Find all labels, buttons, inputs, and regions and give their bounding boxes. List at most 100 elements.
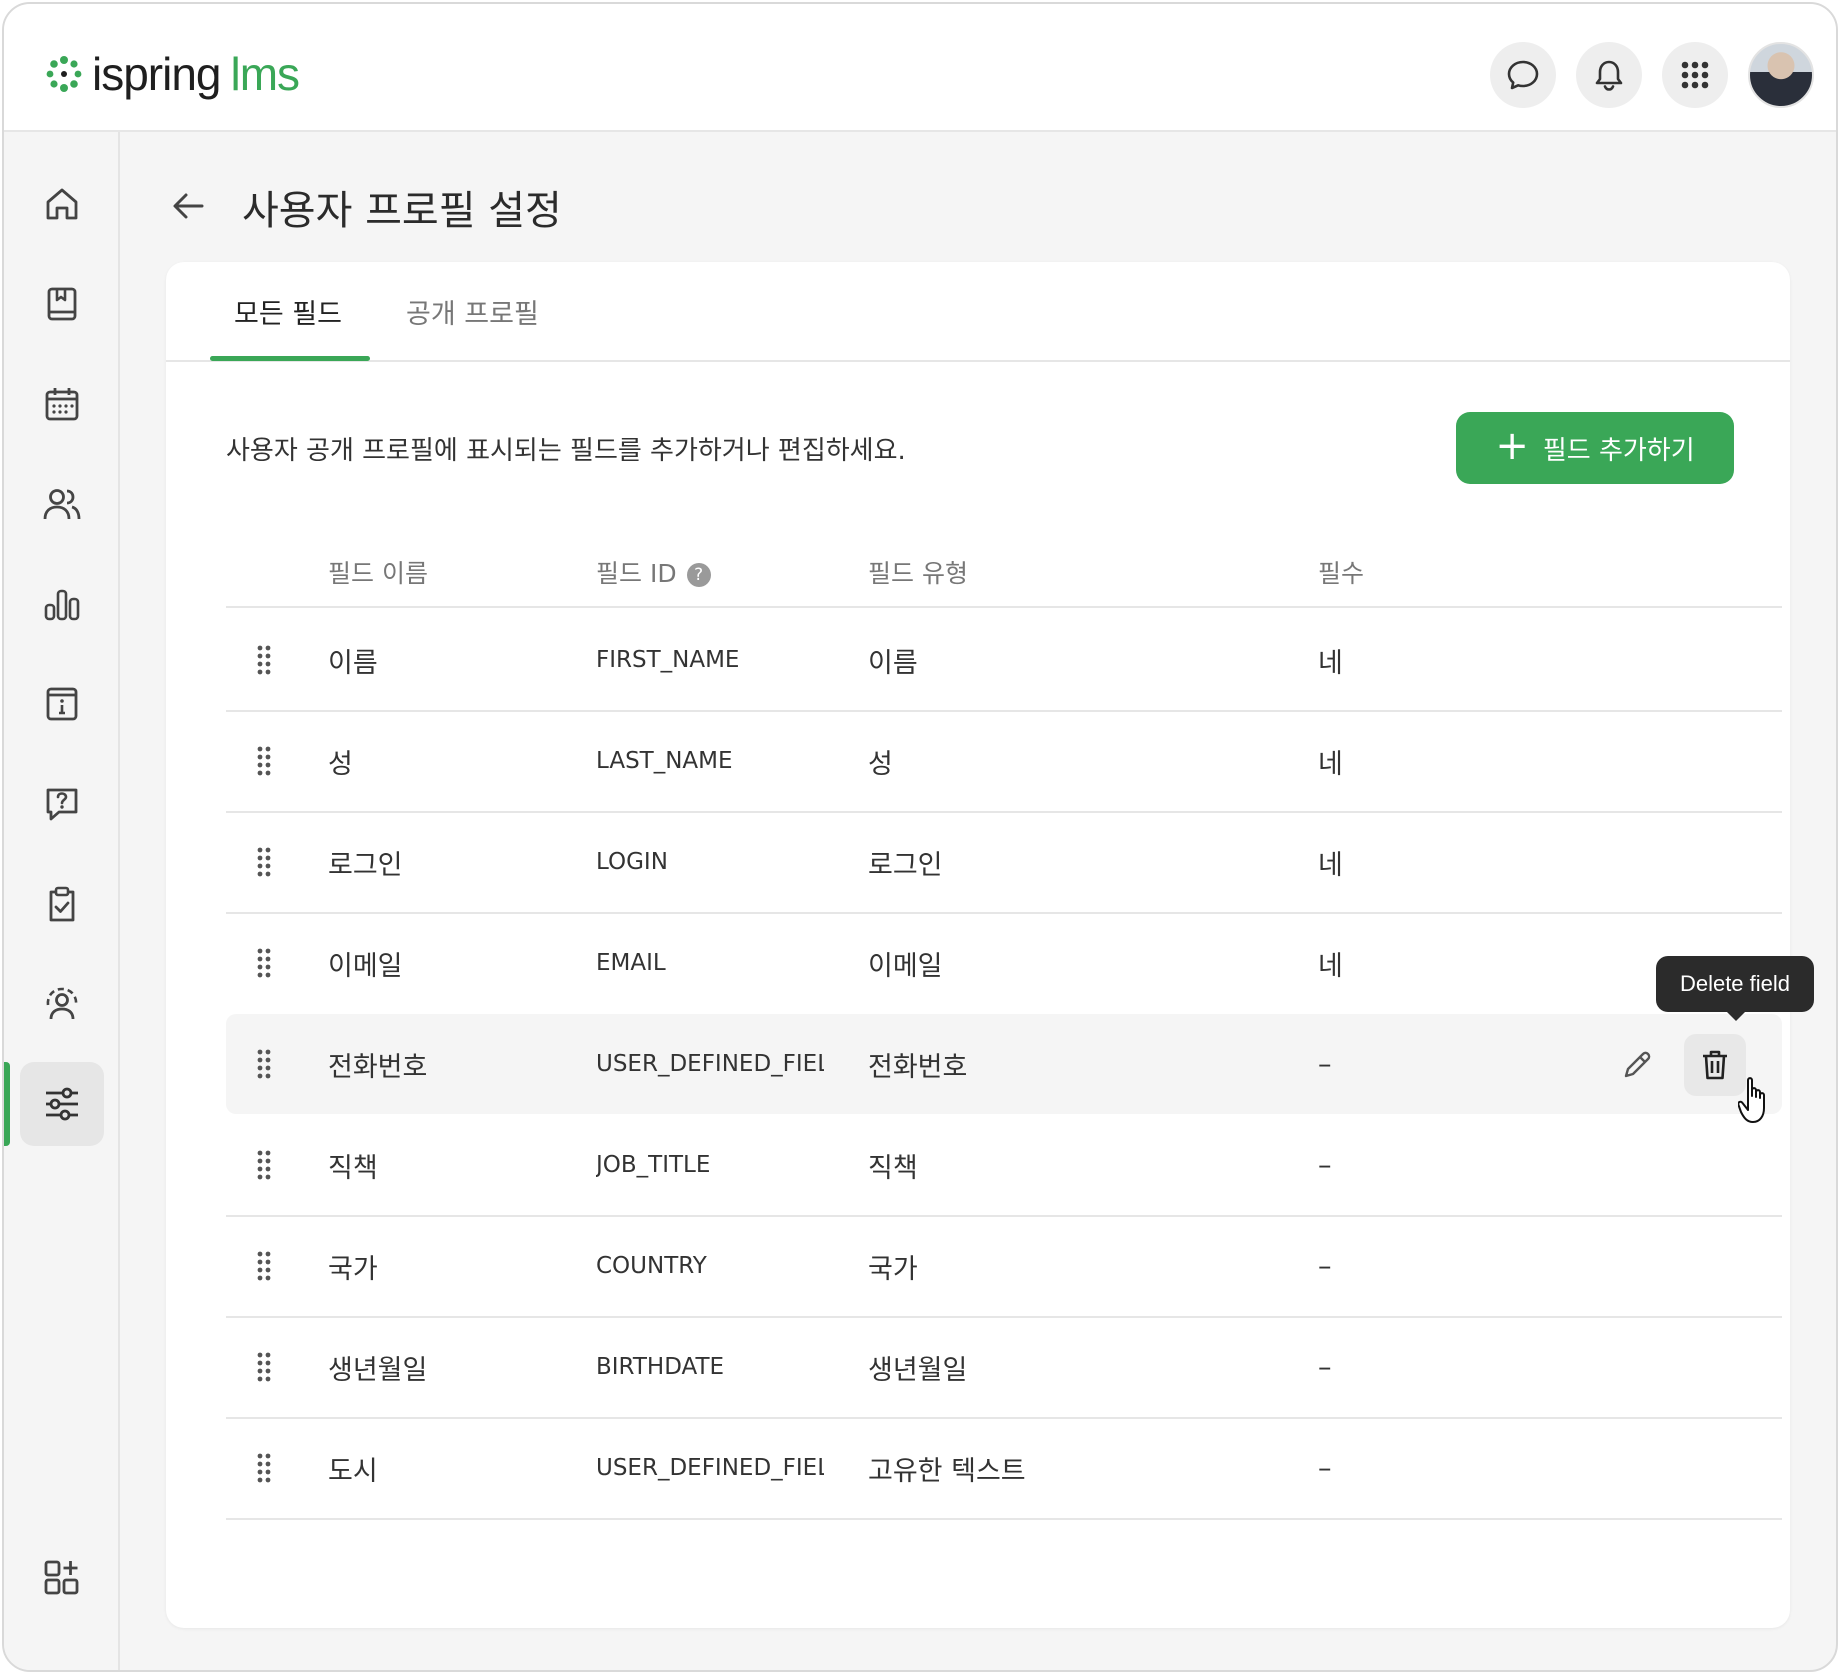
- field-id-cell: JOB_TITLE: [596, 1152, 711, 1178]
- field-type-cell: 생년월일: [868, 1354, 968, 1386]
- top-bar: ispring lms: [4, 4, 1836, 132]
- field-name-cell: 이름: [328, 647, 378, 679]
- drag-handle-icon[interactable]: [256, 947, 272, 979]
- field-required-cell: –: [1318, 1452, 1332, 1484]
- home-icon: [46, 188, 78, 220]
- col-header-required: 필수: [1318, 559, 1365, 588]
- drag-handle-icon[interactable]: [256, 1250, 272, 1282]
- edit-field-button[interactable]: [1606, 1034, 1668, 1096]
- add-widget-icon: [44, 1560, 79, 1595]
- sidebar-item-users[interactable]: [20, 462, 104, 546]
- field-type-cell: 이름: [868, 647, 918, 679]
- field-id-cell: BIRTHDATE: [596, 1354, 725, 1380]
- help-icon[interactable]: ?: [686, 563, 711, 587]
- notifications-button[interactable]: [1576, 42, 1642, 108]
- delete-field-button[interactable]: [1684, 1034, 1746, 1096]
- sidebar-item-library[interactable]: [20, 262, 104, 346]
- logo-suffix: lms: [230, 48, 301, 100]
- field-name-cell: 국가: [328, 1253, 378, 1285]
- drag-handle-icon[interactable]: [256, 1351, 272, 1383]
- pencil-icon: [1624, 1051, 1651, 1078]
- field-required-cell: 네: [1318, 849, 1343, 881]
- info-icon: [46, 687, 78, 721]
- sidebar-item-home[interactable]: [20, 162, 104, 246]
- col-header-id: 필드 ID?: [596, 554, 711, 590]
- add-field-label: 필드 추가하기: [1542, 435, 1695, 466]
- back-arrow-icon[interactable]: [170, 188, 206, 224]
- table-row[interactable]: 국가 COUNTRY 국가 –: [226, 1216, 1782, 1316]
- field-id-cell: LAST_NAME: [596, 748, 733, 774]
- sidebar-item-calendar[interactable]: [20, 362, 104, 446]
- table-row[interactable]: 도시 USER_DEFINED_FIEL 고유한 텍스트 –: [226, 1418, 1782, 1518]
- field-required-cell: 네: [1318, 647, 1343, 679]
- active-tab-underline: [210, 356, 370, 361]
- sidebar-item-settings[interactable]: [20, 1062, 104, 1146]
- field-type-cell: 이메일: [868, 950, 943, 982]
- drag-handle-icon[interactable]: [256, 846, 272, 878]
- calendar-icon: [45, 388, 79, 421]
- tab-public-profile[interactable]: 공개 프로필: [406, 292, 539, 331]
- sidebar-item-coaching[interactable]: [20, 962, 104, 1046]
- add-field-button[interactable]: + 필드 추가하기: [1456, 412, 1734, 484]
- sidebar-item-add-widget[interactable]: [20, 1536, 104, 1620]
- field-id-cell: COUNTRY: [596, 1253, 707, 1279]
- plus-icon: +: [1495, 423, 1529, 469]
- field-required-cell: 네: [1318, 950, 1343, 982]
- apps-button[interactable]: [1662, 42, 1728, 108]
- page-title: 사용자 프로필 설정: [242, 188, 562, 234]
- sidebar-item-help[interactable]: [20, 762, 104, 846]
- trash-icon: [1703, 1050, 1727, 1080]
- drag-handle-icon[interactable]: [256, 1149, 272, 1181]
- sidebar-item-reports[interactable]: [20, 562, 104, 646]
- clipboard-check-icon: [49, 886, 75, 922]
- hand-cursor-icon: [1738, 1077, 1765, 1123]
- field-name-cell: 성: [328, 748, 353, 780]
- drag-handle-icon[interactable]: [256, 745, 272, 777]
- book-icon: [47, 287, 77, 321]
- table-row[interactable]: 로그인 LOGIN 로그인 네: [226, 812, 1782, 912]
- field-id-cell: USER_DEFINED_FIEL: [596, 1051, 824, 1077]
- user-avatar[interactable]: [1748, 42, 1814, 108]
- table-row[interactable]: 전화번호 USER_DEFINED_FIEL 전화번호 –: [226, 1014, 1782, 1114]
- logo-mark-icon: [46, 56, 82, 92]
- logo[interactable]: ispring lms: [44, 48, 301, 100]
- field-id-cell: FIRST_NAME: [596, 647, 740, 673]
- table-row[interactable]: 직책 JOB_TITLE 직책 –: [226, 1115, 1782, 1215]
- sliders-icon: [46, 1087, 78, 1121]
- sidebar: [4, 132, 120, 1670]
- sidebar-item-info[interactable]: [20, 662, 104, 746]
- field-type-cell: 성: [868, 748, 893, 780]
- field-type-cell: 로그인: [868, 849, 943, 881]
- table-row[interactable]: 생년월일 BIRTHDATE 생년월일 –: [226, 1317, 1782, 1417]
- app-window: ispring lms 사용자 프로필 설정 모든 필드 공개 프로필 사용자 …: [2, 2, 1838, 1672]
- field-required-cell: 네: [1318, 748, 1343, 780]
- col-header-id-label: 필드 ID: [596, 559, 677, 588]
- field-name-cell: 생년월일: [328, 1354, 428, 1386]
- field-required-cell: –: [1318, 1250, 1332, 1282]
- table-row[interactable]: 이메일 EMAIL 이메일 네: [226, 913, 1782, 1013]
- user-target-icon: [46, 987, 78, 1020]
- sidebar-item-tasks[interactable]: [20, 862, 104, 946]
- fields-card: 모든 필드 공개 프로필 사용자 공개 프로필에 표시되는 필드를 추가하거나 …: [166, 262, 1790, 1628]
- field-id-cell: USER_DEFINED_FIEL: [596, 1455, 824, 1481]
- field-name-cell: 직책: [328, 1152, 378, 1184]
- bell-icon: [1595, 60, 1623, 91]
- drag-handle-icon[interactable]: [256, 644, 272, 676]
- chat-button[interactable]: [1490, 42, 1556, 108]
- field-type-cell: 직책: [868, 1152, 918, 1184]
- field-name-cell: 로그인: [328, 849, 403, 881]
- field-required-cell: –: [1318, 1351, 1332, 1383]
- field-name-cell: 이메일: [328, 950, 403, 982]
- field-name-cell: 전화번호: [328, 1051, 428, 1083]
- drag-handle-icon[interactable]: [256, 1452, 272, 1484]
- header-divider: [226, 606, 1782, 608]
- field-name-cell: 도시: [328, 1455, 378, 1487]
- table-row[interactable]: 성 LAST_NAME 성 네: [226, 711, 1782, 811]
- table-row[interactable]: 이름 FIRST_NAME 이름 네: [226, 610, 1782, 710]
- col-header-name: 필드 이름: [328, 559, 428, 588]
- logo-text: ispring: [92, 48, 222, 100]
- drag-handle-icon[interactable]: [256, 1048, 272, 1080]
- tab-all-fields[interactable]: 모든 필드: [234, 292, 342, 331]
- field-type-cell: 고유한 텍스트: [868, 1455, 1026, 1487]
- apps-grid-icon: [1681, 61, 1709, 89]
